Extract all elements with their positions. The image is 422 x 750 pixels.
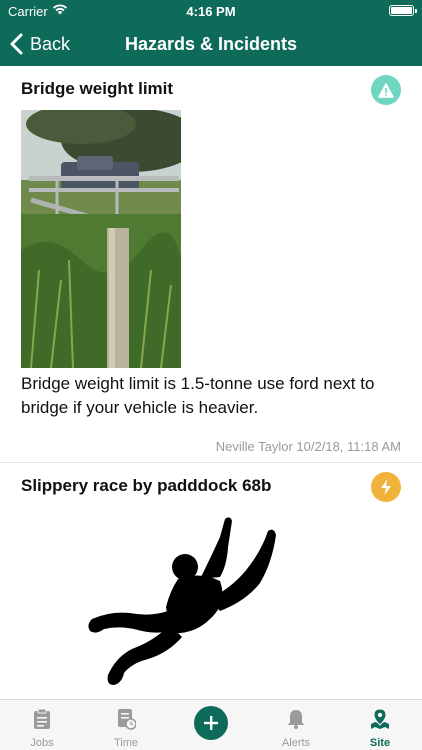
- tab-label: Site: [369, 737, 391, 749]
- tab-label: Alerts: [281, 737, 311, 749]
- status-bar: Carrier 4:16 PM: [0, 0, 422, 22]
- hazard-item[interactable]: Bridge weight limit Bridge weight limit …: [0, 66, 422, 463]
- item-meta: Neville Taylor 10/2/18, 11:18 AM: [215, 439, 401, 454]
- item-description: Bridge weight limit is 1.5-tonne use for…: [21, 374, 375, 417]
- tab-site[interactable]: Site: [338, 700, 422, 750]
- tab-time[interactable]: Time: [84, 700, 168, 750]
- add-button[interactable]: [194, 706, 228, 740]
- battery-icon: [389, 5, 414, 16]
- timesheet-icon: [118, 709, 136, 730]
- hazard-photo[interactable]: [21, 110, 181, 368]
- bell-icon: [288, 710, 304, 729]
- chevron-left-icon: [10, 33, 23, 55]
- tab-label: Time: [113, 737, 139, 749]
- lightning-icon: [371, 472, 401, 502]
- battery-tip: [415, 9, 417, 13]
- warning-icon: [371, 75, 401, 105]
- tab-bar: Jobs Time Alerts Site: [0, 699, 422, 750]
- tab-alerts[interactable]: Alerts: [254, 700, 338, 750]
- back-button[interactable]: Back: [10, 31, 70, 57]
- item-title: Slippery race by padddock 68b: [21, 476, 272, 495]
- hazard-list[interactable]: Bridge weight limit Bridge weight limit …: [0, 66, 422, 699]
- nav-bar: Back Hazards & Incidents: [0, 22, 422, 66]
- map-pin-icon: [371, 708, 389, 729]
- app-header: Carrier 4:16 PM Back Hazards & Incidents: [0, 0, 422, 66]
- slip-figure-image[interactable]: [70, 507, 310, 697]
- item-title: Bridge weight limit: [21, 79, 174, 98]
- back-label: Back: [30, 33, 71, 54]
- status-time: 4:16 PM: [186, 4, 236, 19]
- clipboard-icon: [34, 708, 50, 729]
- tab-label: Jobs: [30, 737, 54, 749]
- incident-item[interactable]: Slippery race by padddock 68b: [0, 463, 422, 699]
- plus-icon: [204, 716, 218, 730]
- tab-jobs[interactable]: Jobs: [0, 700, 84, 750]
